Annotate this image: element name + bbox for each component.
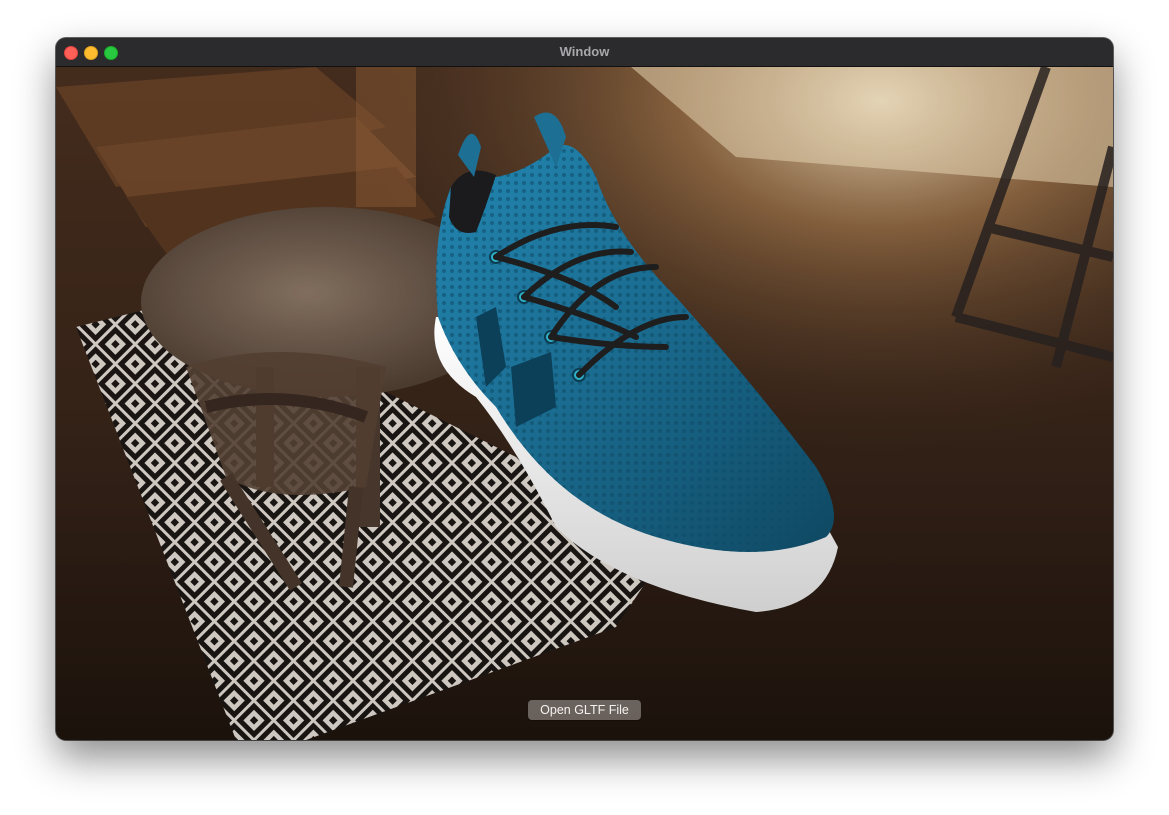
window-title: Window (559, 44, 610, 59)
3d-viewport[interactable]: Open GLTF File (56, 67, 1113, 740)
open-gltf-file-button[interactable]: Open GLTF File (528, 700, 641, 720)
scene-render (56, 67, 1113, 740)
app-window: Window Open GLTF File (56, 38, 1113, 740)
title-bar[interactable]: Window (56, 38, 1113, 67)
